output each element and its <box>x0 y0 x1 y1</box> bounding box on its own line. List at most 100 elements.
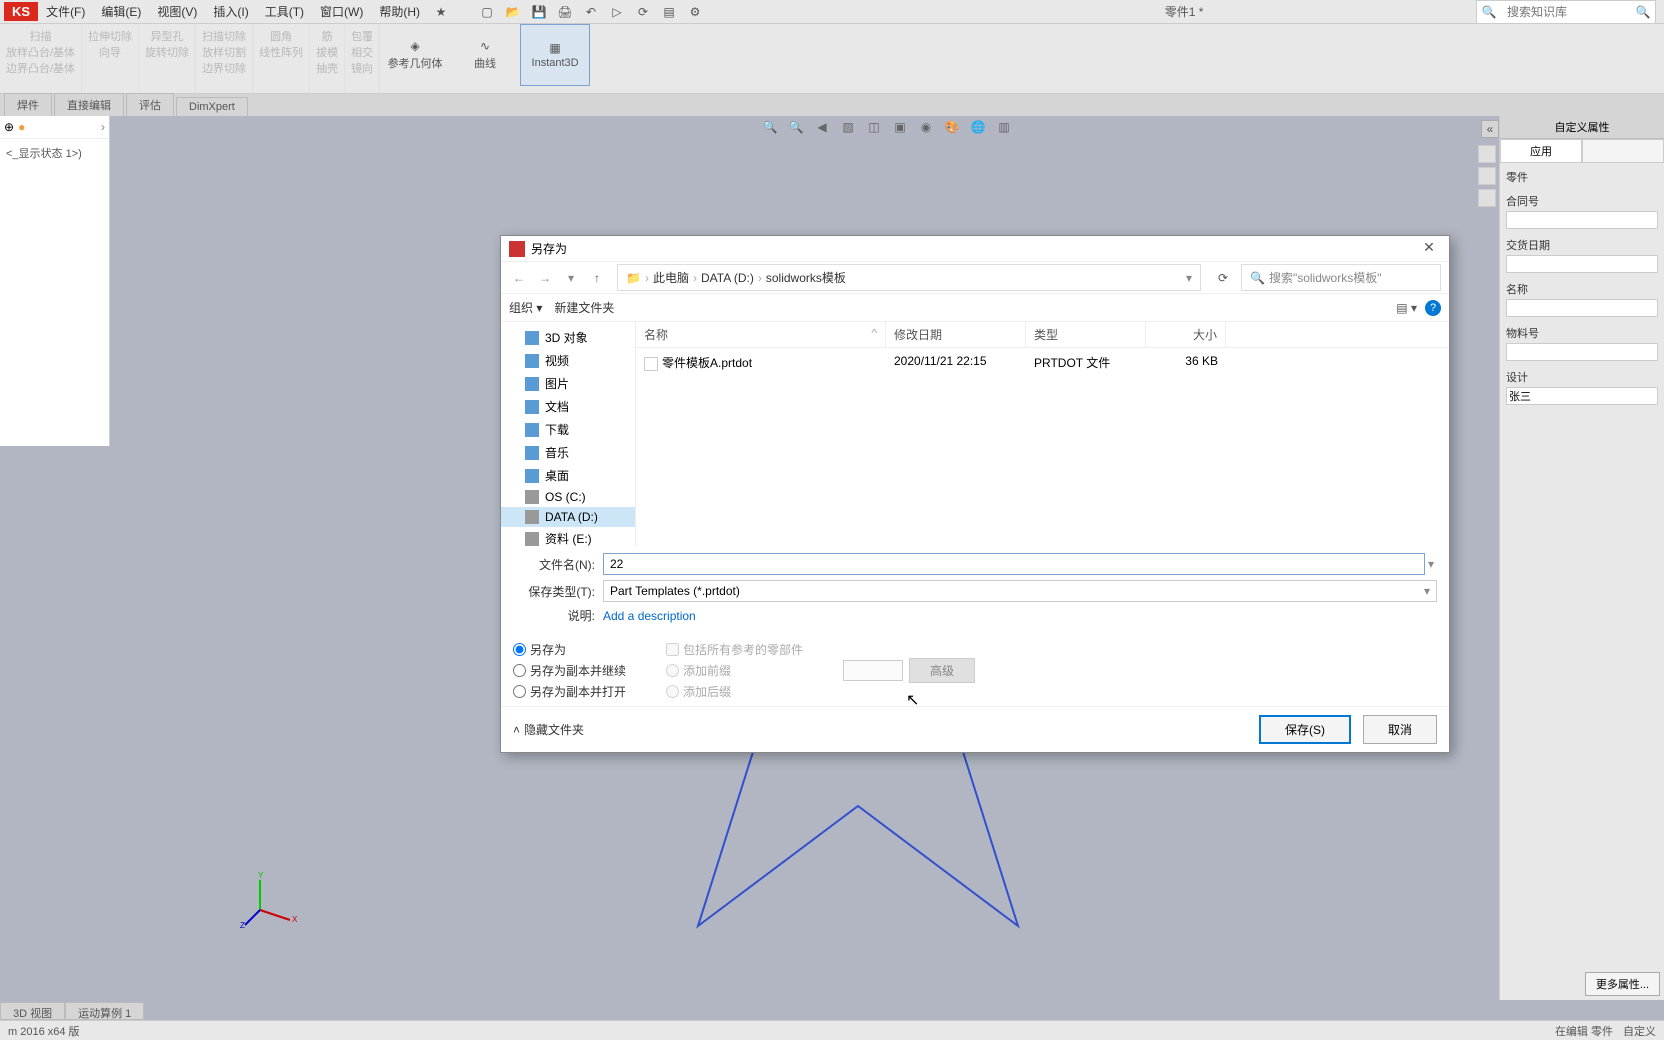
breadcrumb-pc[interactable]: 此电脑 <box>653 269 689 286</box>
home-icon[interactable] <box>1478 145 1496 163</box>
hide-show-icon[interactable]: ◉ <box>916 118 936 136</box>
cancel-button[interactable]: 取消 <box>1363 715 1437 744</box>
breadcrumb-dropdown-icon[interactable]: ▾ <box>1186 271 1192 285</box>
search-knowledgebase[interactable]: 🔍 🔍 <box>1476 0 1656 24</box>
tree-desktop[interactable]: 桌面 <box>501 464 635 487</box>
tab-weldments[interactable]: 焊件 <box>4 93 52 116</box>
delivery-input[interactable] <box>1506 255 1658 273</box>
new-folder-button[interactable]: 新建文件夹 <box>554 299 614 316</box>
breadcrumb-drive[interactable]: DATA (D:) <box>701 271 754 285</box>
filename-dropdown-icon[interactable]: ▾ <box>1425 557 1437 571</box>
column-name[interactable]: 名称 ^ <box>636 322 886 347</box>
apply-tab[interactable]: 应用 <box>1500 139 1582 163</box>
menu-tools[interactable]: 工具(T) <box>257 3 312 20</box>
tree-pictures[interactable]: 图片 <box>501 372 635 395</box>
settings-icon[interactable]: ⚙ <box>684 2 706 22</box>
zoom-fit-icon[interactable]: 🔍 <box>760 118 780 136</box>
hide-folders-link[interactable]: ˄ 隐藏文件夹 <box>513 721 584 738</box>
dialog-search[interactable]: 🔍 搜索"solidworks模板" <box>1241 264 1441 291</box>
column-date[interactable]: 修改日期 <box>886 322 1026 347</box>
prev-view-icon[interactable]: ◀ <box>812 118 832 136</box>
pin-icon[interactable]: ★ <box>430 2 452 22</box>
material-input[interactable] <box>1506 343 1658 361</box>
menu-view[interactable]: 视图(V) <box>149 3 205 20</box>
folder-tree[interactable]: 3D 对象 视频 图片 文档 下载 音乐 桌面 OS (C:) DATA (D:… <box>501 322 636 547</box>
help-button[interactable]: ? <box>1425 300 1441 316</box>
breadcrumb-folder[interactable]: solidworks模板 <box>766 269 846 286</box>
column-type[interactable]: 类型 <box>1026 322 1146 347</box>
file-row[interactable]: 零件模板A.prtdot 2020/11/21 22:15 PRTDOT 文件 … <box>636 348 1449 377</box>
instant3d-button[interactable]: ▦ Instant3D <box>520 24 590 86</box>
tree-icon[interactable]: ⊕ <box>4 120 14 134</box>
appearance-icon[interactable]: ● <box>18 120 25 134</box>
save-button[interactable]: 保存(S) <box>1259 715 1351 744</box>
design-lib-icon[interactable] <box>1478 189 1496 207</box>
refresh-button[interactable]: ⟳ <box>1211 271 1235 285</box>
scene-icon[interactable]: 🌐 <box>968 118 988 136</box>
tab-direct-edit[interactable]: 直接编辑 <box>54 93 124 116</box>
view-orient-icon[interactable]: ◫ <box>864 118 884 136</box>
name-input[interactable] <box>1506 299 1658 317</box>
other-tab[interactable] <box>1582 139 1664 163</box>
column-size[interactable]: 大小 <box>1146 322 1226 347</box>
expand-icon[interactable]: › <box>101 120 105 134</box>
organize-button[interactable]: 组织 ▾ <box>509 299 542 316</box>
select-icon[interactable]: ▷ <box>606 2 628 22</box>
design-input[interactable] <box>1506 387 1658 405</box>
tree-drive-d[interactable]: DATA (D:) <box>501 507 635 527</box>
section-icon[interactable]: ▧ <box>838 118 858 136</box>
contract-input[interactable] <box>1506 211 1658 229</box>
tree-drive-c[interactable]: OS (C:) <box>501 487 635 507</box>
view-mode-button[interactable]: ▤ ▾ <box>1396 301 1417 315</box>
search-dropdown-icon[interactable]: 🔍 <box>1631 5 1655 19</box>
option-copy-continue[interactable]: 另存为副本并继续 <box>513 662 626 679</box>
save-icon[interactable]: 💾 <box>528 2 550 22</box>
filename-input[interactable] <box>603 553 1425 575</box>
open-icon[interactable]: 📂 <box>502 2 524 22</box>
nav-back-button[interactable]: ← <box>509 271 529 285</box>
breadcrumb[interactable]: 📁 › 此电脑 › DATA (D:) › solidworks模板 ▾ <box>617 264 1201 291</box>
tree-drive-e[interactable]: 资料 (E:) <box>501 527 635 547</box>
collapse-panel-button[interactable]: « <box>1481 120 1499 138</box>
nav-forward-button[interactable]: → <box>535 271 555 285</box>
tree-documents[interactable]: 文档 <box>501 395 635 418</box>
curves-button[interactable]: ∿ 曲线 <box>450 24 520 86</box>
view-settings-icon[interactable]: ▥ <box>994 118 1014 136</box>
tree-3d-objects[interactable]: 3D 对象 <box>501 326 635 349</box>
prefix-suffix-input <box>843 660 903 681</box>
appearance-icon[interactable]: 🎨 <box>942 118 962 136</box>
dialog-close-button[interactable]: ✕ <box>1417 239 1441 259</box>
print-icon[interactable]: 🖨 <box>554 2 576 22</box>
nav-recent-button[interactable]: ▾ <box>561 271 581 285</box>
option-save-as[interactable]: 另存为 <box>513 641 626 658</box>
menu-help[interactable]: 帮助(H) <box>371 3 428 20</box>
resources-icon[interactable] <box>1478 167 1496 185</box>
filetype-select[interactable]: Part Templates (*.prtdot) ▾ <box>603 580 1437 602</box>
display-state[interactable]: <_显示状态 1>) <box>0 139 109 167</box>
options-icon[interactable]: ▤ <box>658 2 680 22</box>
option-copy-open[interactable]: 另存为副本并打开 <box>513 683 626 700</box>
undo-icon[interactable]: ↶ <box>580 2 602 22</box>
tab-3d-view[interactable]: 3D 视图 <box>0 1002 65 1020</box>
ref-geometry-button[interactable]: ◈ 参考几何体 <box>380 24 450 86</box>
display-style-icon[interactable]: ▣ <box>890 118 910 136</box>
menu-edit[interactable]: 编辑(E) <box>93 3 149 20</box>
ref-geo-icon: ◈ <box>410 39 419 53</box>
nav-up-button[interactable]: ↑ <box>587 271 607 285</box>
tree-videos[interactable]: 视频 <box>501 349 635 372</box>
rebuild-icon[interactable]: ⟳ <box>632 2 654 22</box>
axis-triad: Y X Z <box>240 870 300 930</box>
tree-downloads[interactable]: 下载 <box>501 418 635 441</box>
search-input[interactable] <box>1501 3 1631 21</box>
menu-window[interactable]: 窗口(W) <box>312 3 371 20</box>
tab-motion-study[interactable]: 运动算例 1 <box>65 1002 144 1020</box>
new-icon[interactable]: ▢ <box>476 2 498 22</box>
add-description-link[interactable]: Add a description <box>603 609 696 623</box>
tree-music[interactable]: 音乐 <box>501 441 635 464</box>
zoom-area-icon[interactable]: 🔍 <box>786 118 806 136</box>
more-properties-button[interactable]: 更多属性... <box>1585 972 1660 996</box>
tab-evaluate[interactable]: 评估 <box>126 93 174 116</box>
menu-insert[interactable]: 插入(I) <box>205 3 256 20</box>
tab-dimxpert[interactable]: DimXpert <box>176 97 248 116</box>
menu-file[interactable]: 文件(F) <box>38 3 93 20</box>
